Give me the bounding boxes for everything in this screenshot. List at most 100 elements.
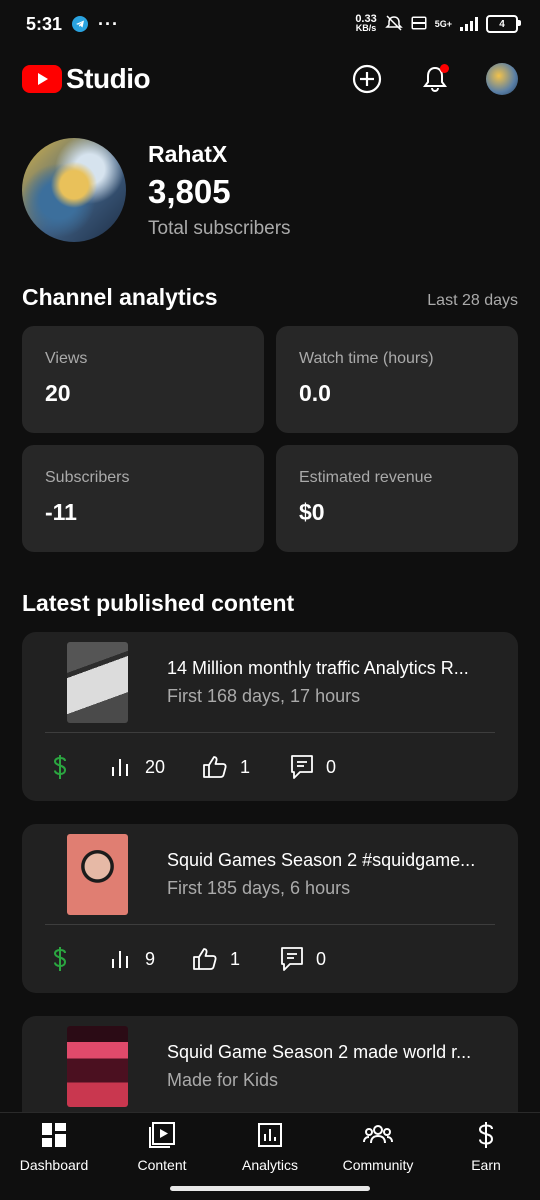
analytics-period: Last 28 days — [427, 292, 518, 309]
nav-content[interactable]: Content — [112, 1121, 212, 1173]
status-left: 5:31 ··· — [26, 14, 119, 35]
video-thumbnail[interactable] — [67, 1025, 128, 1107]
nav-label: Analytics — [241, 1157, 299, 1173]
stat-card-views[interactable]: Views 20 — [22, 326, 264, 433]
nav-analytics[interactable]: Analytics — [220, 1121, 320, 1173]
stat-label: Watch time (hours) — [299, 350, 434, 367]
stat-value: $0 — [299, 499, 325, 525]
comments-stat: 0 — [280, 946, 326, 972]
analytics-icon — [258, 1123, 282, 1147]
stat-card-subscribers[interactable]: Subscribers -11 — [22, 445, 264, 552]
video-period: First 185 days, 6 hours — [167, 877, 351, 898]
battery-level: 4 — [499, 18, 505, 30]
dashboard-icon — [42, 1123, 66, 1147]
views-count: 20 — [145, 756, 166, 777]
views-stat: 9 — [111, 949, 155, 970]
stat-label: Views — [45, 350, 88, 367]
content-icon — [149, 1122, 175, 1148]
logo-text: Studio — [66, 63, 151, 94]
subscriber-label: Total subscribers — [148, 217, 291, 239]
content-card[interactable]: Squid Games Season 2 #squidgame... First… — [22, 824, 518, 993]
comments-count: 0 — [316, 948, 327, 969]
nav-label: Content — [137, 1157, 187, 1173]
views-count: 9 — [145, 948, 156, 969]
latest-content-header: Latest published content — [22, 590, 518, 617]
content-card[interactable]: 14 Million monthly traffic Analytics R..… — [22, 632, 518, 801]
home-indicator[interactable] — [170, 1186, 370, 1191]
likes-count: 1 — [240, 756, 251, 777]
comment-icon — [291, 755, 313, 779]
channel-summary: RahatX 3,805 Total subscribers — [22, 138, 291, 242]
views-stat: 20 — [111, 757, 165, 778]
analytics-stat-grid: Views 20 Watch time (hours) 0.0 Subscrib… — [22, 326, 518, 552]
content-card-text: 14 Million monthly traffic Analytics R..… — [167, 658, 497, 707]
stat-card-watch-time[interactable]: Watch time (hours) 0.0 — [276, 326, 518, 433]
network-rate: 0.33 KB/s — [355, 14, 377, 33]
stat-label: Subscribers — [45, 469, 130, 486]
thumbs-up-icon — [203, 756, 227, 778]
video-thumbnail[interactable] — [67, 833, 128, 915]
video-period: First 168 days, 17 hours — [167, 685, 361, 706]
dollar-icon — [478, 1122, 494, 1148]
studio-logo[interactable]: Studio — [22, 63, 151, 95]
comment-icon — [281, 947, 303, 971]
nav-label: Community — [342, 1157, 414, 1173]
status-right: 0.33 KB/s 5G+ 4 — [355, 14, 521, 33]
nav-community[interactable]: Community — [328, 1121, 428, 1173]
header-actions — [350, 62, 518, 96]
channel-info: RahatX 3,805 Total subscribers — [148, 141, 291, 240]
volte-icon — [411, 16, 427, 32]
stat-value: 20 — [45, 380, 71, 406]
made-for-kids-label: Made for Kids — [167, 1069, 279, 1090]
battery-icon: 4 — [486, 15, 521, 33]
status-time: 5:31 — [26, 13, 63, 34]
channel-avatar[interactable] — [22, 138, 126, 242]
signal-strength-icon — [460, 17, 478, 31]
stat-value: -11 — [45, 499, 77, 525]
status-bar: 5:31 ··· 0.33 KB/s 5G+ 4 — [0, 0, 540, 48]
content-card-text: Squid Games Season 2 #squidgame... First… — [167, 850, 497, 899]
nav-label: Dashboard — [19, 1157, 89, 1173]
content-card-header: Squid Games Season 2 #squidgame... First… — [22, 824, 518, 924]
subscriber-count: 3,805 — [148, 172, 231, 210]
thumbs-up-icon — [193, 948, 217, 970]
more-notifications-icon: ··· — [98, 13, 120, 34]
bar-chart-icon — [112, 951, 128, 968]
monetization-status — [52, 754, 68, 780]
network-rate-unit: KB/s — [355, 23, 377, 33]
video-title: Squid Games Season 2 #squidgame... — [167, 849, 476, 870]
likes-stat: 1 — [202, 755, 250, 779]
stat-label: Estimated revenue — [299, 469, 433, 486]
dollar-icon — [53, 755, 67, 779]
studio-dashboard-screen: 5:31 ··· 0.33 KB/s 5G+ 4 Studio RahatX 3… — [0, 0, 540, 1200]
monetization-status — [52, 946, 68, 972]
comments-stat: 0 — [290, 754, 336, 780]
telegram-icon — [72, 16, 89, 32]
analytics-title: Channel analytics — [22, 284, 218, 310]
channel-name: RahatX — [148, 140, 228, 167]
notification-badge — [440, 64, 449, 73]
stat-card-revenue[interactable]: Estimated revenue $0 — [276, 445, 518, 552]
add-circle-icon — [352, 64, 382, 94]
nav-dashboard[interactable]: Dashboard — [4, 1121, 104, 1173]
bar-chart-icon — [112, 759, 128, 776]
account-avatar[interactable] — [486, 63, 518, 95]
youtube-logo-icon — [22, 65, 62, 93]
stat-value: 0.0 — [299, 380, 331, 406]
content-card-header: Squid Game Season 2 made world r... Made… — [22, 1016, 518, 1116]
latest-content-title: Latest published content — [22, 590, 295, 616]
comments-count: 0 — [326, 756, 337, 777]
analytics-header: Channel analytics Last 28 days — [22, 284, 518, 311]
likes-count: 1 — [230, 948, 241, 969]
create-button[interactable] — [350, 62, 384, 96]
video-title: Squid Game Season 2 made world r... — [167, 1041, 472, 1062]
mute-icon — [384, 15, 403, 33]
nav-earn[interactable]: Earn — [436, 1121, 536, 1173]
video-thumbnail[interactable] — [67, 641, 128, 723]
video-title: 14 Million monthly traffic Analytics R..… — [167, 657, 469, 678]
notifications-button[interactable] — [418, 62, 452, 96]
dollar-icon — [53, 947, 67, 971]
content-card-text: Squid Game Season 2 made world r... Made… — [167, 1042, 497, 1091]
content-card-stats: 9 1 0 — [22, 925, 518, 993]
content-card-header: 14 Million monthly traffic Analytics R..… — [22, 632, 518, 732]
